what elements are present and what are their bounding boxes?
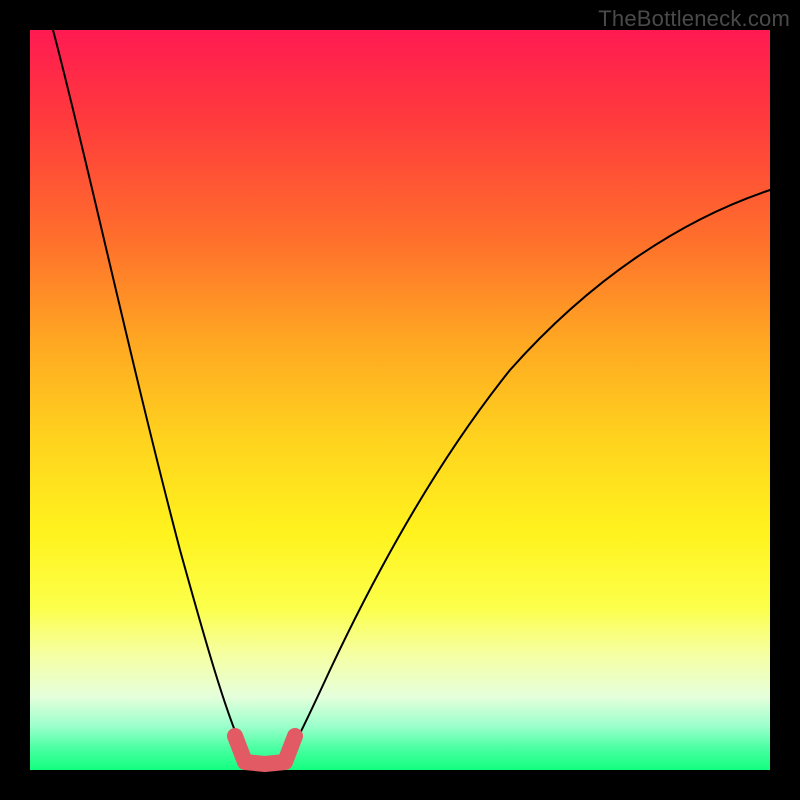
watermark-text: TheBottleneck.com: [598, 6, 790, 32]
right-curve: [280, 190, 770, 770]
left-curve: [53, 30, 255, 770]
plot-area: [30, 30, 770, 770]
chart-svg: [30, 30, 770, 770]
optimal-zone-marker: [235, 736, 295, 764]
chart-frame: TheBottleneck.com: [0, 0, 800, 800]
